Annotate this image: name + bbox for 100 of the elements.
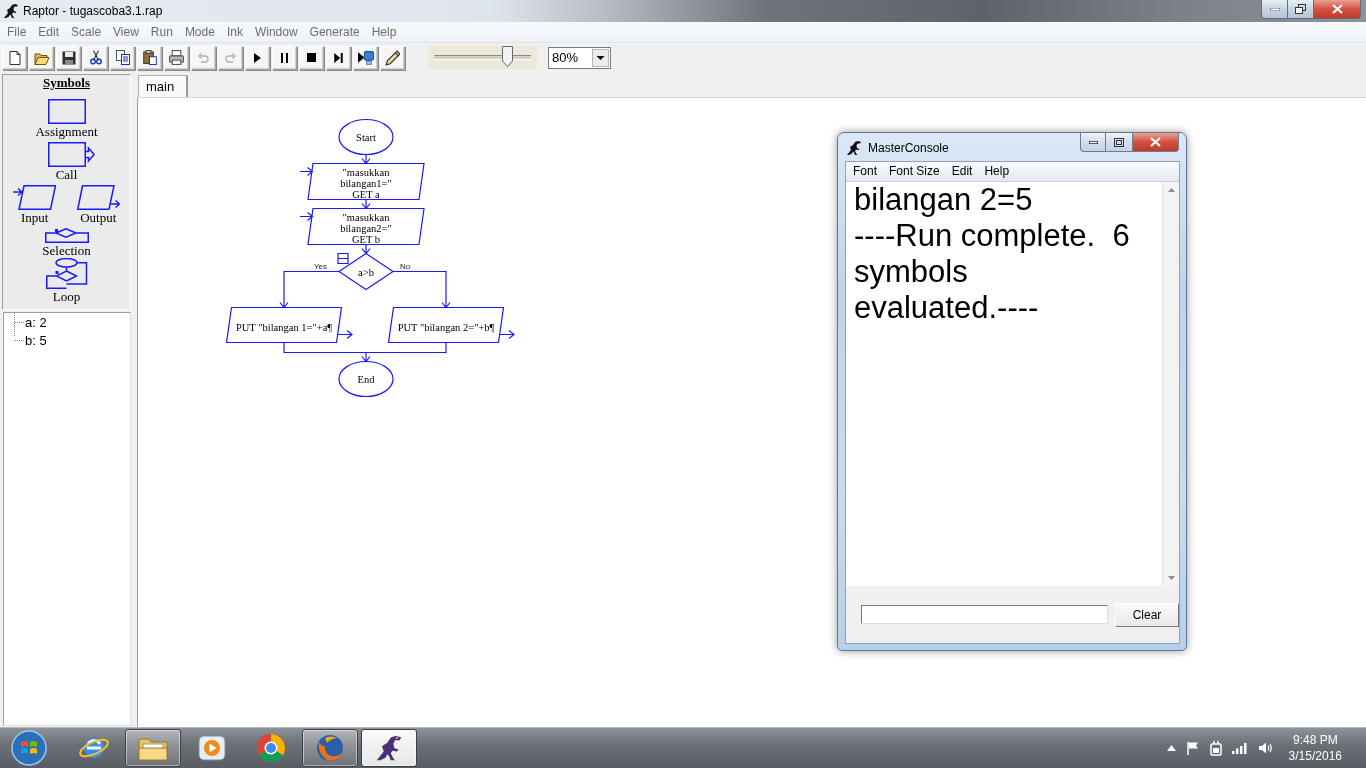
clipboard-icon — [142, 50, 157, 65]
minimize-button[interactable] — [1080, 133, 1106, 152]
zoom-dropdown[interactable]: 80% — [548, 46, 611, 69]
flow-arrow — [392, 270, 451, 309]
clock-date[interactable]: 3/15/2016 — [1288, 748, 1342, 764]
vertical-scrollbar[interactable] — [1162, 182, 1179, 586]
run-to-end-button[interactable] — [353, 45, 378, 70]
slider-thumb[interactable] — [501, 46, 513, 67]
window-title: MasterConsole — [868, 140, 949, 157]
open-button[interactable] — [29, 45, 54, 70]
flow-arrow — [361, 351, 371, 363]
stop-button[interactable] — [299, 45, 324, 70]
new-button[interactable] — [2, 45, 27, 70]
assignment-symbol-icon[interactable] — [47, 99, 86, 124]
signal-bars-icon[interactable] — [1231, 742, 1248, 754]
save-button[interactable] — [56, 45, 81, 70]
taskbar-button[interactable] — [125, 729, 181, 767]
clock-time[interactable]: 9:48 PM — [1292, 732, 1338, 748]
close-button[interactable] — [1133, 133, 1179, 152]
menu-item[interactable]: Edit — [945, 163, 979, 180]
speaker-icon[interactable] — [1257, 741, 1273, 755]
folder-icon — [138, 735, 168, 761]
restore-icon — [1295, 4, 1306, 14]
close-icon — [1331, 4, 1343, 14]
console-output-line: ----Run complete. 6 symbols evaluated.---- — [854, 218, 1131, 326]
scissors-icon — [89, 50, 102, 65]
output-symbol-icon[interactable] — [76, 185, 120, 210]
paste-button[interactable] — [137, 45, 162, 70]
tab[interactable]: main — [138, 75, 189, 97]
symbol-label: Call — [55, 167, 78, 182]
flow-arrow — [279, 270, 340, 309]
symbol-text: PUT "bilangan 2="+b¶ — [397, 322, 495, 333]
console-input-field[interactable] — [861, 605, 1108, 624]
play-icon — [198, 735, 226, 761]
symbol-text: "masukkan bilangan1=" GET a — [340, 166, 392, 200]
maximize-button[interactable] — [1106, 133, 1133, 152]
minimize-icon — [1088, 140, 1098, 144]
menu-item[interactable]: Scale — [65, 23, 108, 41]
scroll-up-arrow-icon[interactable] — [1167, 188, 1175, 192]
pen-button[interactable] — [380, 45, 405, 70]
pen-icon — [385, 49, 400, 66]
loop-symbol-icon[interactable] — [45, 258, 88, 289]
menu-item[interactable]: File — [1, 23, 33, 41]
print-button[interactable] — [164, 45, 189, 70]
selection-symbol-icon[interactable] — [44, 228, 89, 243]
menu-item[interactable]: Ink — [220, 23, 249, 41]
menu-item[interactable]: Help — [978, 163, 1016, 180]
clear-button[interactable]: Clear — [1115, 602, 1179, 627]
menu-item[interactable]: Generate — [303, 23, 366, 41]
power-plug-icon[interactable] — [1209, 740, 1222, 756]
run-button[interactable] — [245, 45, 270, 70]
copy-button[interactable] — [110, 45, 135, 70]
menu-item[interactable]: Help — [365, 23, 403, 41]
collapse-toggle-icon[interactable] — [337, 252, 349, 265]
branch-label: No — [400, 261, 411, 271]
taskbar-button[interactable] — [361, 729, 417, 767]
menu-item[interactable]: Window — [248, 23, 304, 41]
symbol-text: a>b — [358, 266, 374, 278]
window-title: Raptor - tugascoba3.1.rap — [23, 3, 163, 20]
taskbar-button[interactable] — [302, 729, 358, 767]
dinosaur-icon — [375, 733, 403, 763]
printer-icon — [169, 50, 184, 65]
menu-item[interactable]: Edit — [32, 23, 66, 41]
maximize-icon — [1114, 137, 1124, 147]
play-icon — [254, 52, 261, 63]
segmented-circle-icon — [256, 733, 286, 763]
menu-item[interactable]: Run — [144, 23, 179, 41]
up-arrow-icon[interactable] — [1166, 745, 1176, 751]
scroll-down-arrow-icon[interactable] — [1167, 576, 1175, 580]
symbol-label: Loop — [52, 289, 81, 304]
step-icon — [334, 52, 343, 63]
close-button[interactable] — [1314, 0, 1361, 19]
redo-icon — [225, 52, 236, 63]
menu-item[interactable]: Mode — [178, 23, 221, 41]
cut-button[interactable] — [83, 45, 108, 70]
four-pane-orb-icon — [11, 730, 47, 766]
minimize-button[interactable] — [1261, 0, 1288, 19]
symbol-label: Selection — [42, 243, 91, 258]
menu-item[interactable]: View — [107, 23, 145, 41]
menu-item[interactable]: Font — [847, 163, 883, 180]
variable-item: a: 2 — [25, 314, 47, 330]
flag-icon[interactable] — [1185, 741, 1200, 755]
decision-symbol — [337, 252, 395, 291]
symbol-label: Input — [21, 210, 49, 225]
pause-button[interactable] — [272, 45, 297, 70]
play-monitor-icon — [357, 50, 374, 65]
step-button[interactable] — [326, 45, 351, 70]
symbol-text: End — [357, 374, 375, 385]
terminal-symbol — [338, 118, 394, 156]
dinosaur-icon — [846, 140, 862, 156]
menu-item[interactable]: Font Size — [883, 163, 946, 180]
symbol-text: PUT "bilangan 1="+a¶ — [235, 322, 333, 333]
flow-arrow — [361, 198, 371, 210]
new-file-icon — [8, 49, 21, 66]
folder-icon — [33, 50, 50, 65]
input-symbol-icon[interactable] — [13, 185, 57, 210]
flow-arrow — [361, 243, 371, 255]
symbol-text: "masukkan bilangan2=" GET b — [340, 211, 392, 245]
call-symbol-icon[interactable] — [47, 142, 95, 167]
restore-button[interactable] — [1288, 0, 1314, 19]
